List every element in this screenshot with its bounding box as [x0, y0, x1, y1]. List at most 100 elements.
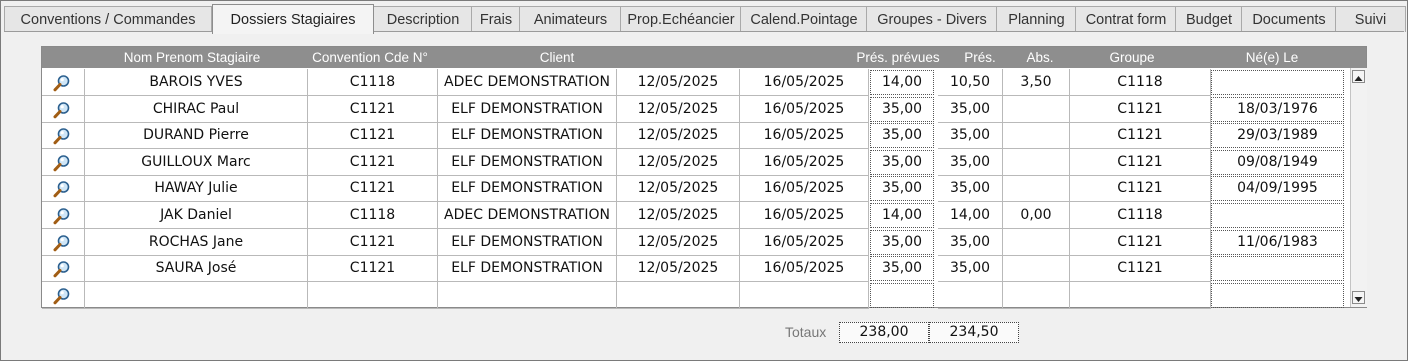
- cell-client: ADEC DEMONSTRATION: [438, 202, 617, 229]
- cell-convention: C1121: [308, 228, 438, 256]
- cell-debut: 12/05/2025: [617, 69, 740, 96]
- search-cell[interactable]: [42, 202, 85, 229]
- col-header-groupe[interactable]: Groupe: [1082, 47, 1182, 68]
- cell-ne-le[interactable]: [1211, 256, 1344, 282]
- col-header-abs[interactable]: Abs.: [1014, 47, 1066, 68]
- cell-nom: DURAND Pierre: [85, 122, 308, 150]
- magnifier-icon[interactable]: [53, 207, 71, 225]
- cell-nom: CHIRAC Paul: [85, 95, 308, 123]
- scroll-up-button[interactable]: [1352, 70, 1365, 83]
- search-cell[interactable]: [42, 148, 85, 176]
- magnifier-icon[interactable]: [53, 154, 71, 172]
- cell-convention: C1121: [308, 255, 438, 283]
- col-header-nom[interactable]: Nom Prenom Stagiaire: [112, 47, 272, 68]
- cell-pres-prevues[interactable]: 35,00: [870, 96, 934, 122]
- table-row[interactable]: BAROIS YVES C1118 ADEC DEMONSTRATION 12/05/…: [42, 69, 1349, 96]
- search-cell[interactable]: [42, 255, 85, 283]
- table-row[interactable]: ROCHAS Jane C1121 ELF DEMONSTRATION 12/05/2…: [42, 228, 1349, 256]
- table-row[interactable]: GUILLOUX Marc C1121 ELF DEMONSTRATION 12/05…: [42, 148, 1349, 176]
- search-cell[interactable]: [42, 122, 85, 150]
- search-cell[interactable]: [42, 69, 85, 96]
- table-row[interactable]: HAWAY Julie C1121 ELF DEMONSTRATION 12/05/2…: [42, 175, 1349, 203]
- magnifier-icon[interactable]: [53, 127, 71, 145]
- tab-11[interactable]: Documents: [1241, 6, 1337, 32]
- col-header-pres[interactable]: Prés.: [952, 47, 1008, 68]
- cell-ne-le[interactable]: [1211, 203, 1344, 228]
- tab-9[interactable]: Contrat form: [1075, 6, 1177, 32]
- cell-ne-le[interactable]: [1211, 70, 1344, 95]
- cell-pres-prevues[interactable]: [870, 282, 934, 308]
- cell-ne-le[interactable]: 11/06/1983: [1211, 229, 1344, 255]
- cell-nom: ROCHAS Jane: [85, 228, 308, 256]
- cell-groupe: C1121: [1070, 122, 1211, 150]
- cell-client: ELF DEMONSTRATION: [438, 148, 617, 176]
- cell-pres-prevues[interactable]: 35,00: [870, 123, 934, 149]
- cell-abs: [1003, 175, 1070, 203]
- cell-abs: [1003, 95, 1070, 123]
- magnifier-icon[interactable]: [53, 74, 71, 92]
- tab-1[interactable]: Dossiers Stagiaires: [212, 4, 374, 34]
- search-cell[interactable]: [42, 228, 85, 256]
- magnifier-icon[interactable]: [53, 287, 71, 305]
- cell-pres-prevues[interactable]: 14,00: [870, 203, 934, 228]
- tab-3[interactable]: Frais: [471, 6, 521, 32]
- cell-pres-prevues[interactable]: 35,00: [870, 176, 934, 202]
- col-header-convention[interactable]: Convention Cde N°: [305, 47, 435, 68]
- col-header-ne-le[interactable]: Né(e) Le: [1212, 47, 1332, 68]
- cell-client: ELF DEMONSTRATION: [438, 175, 617, 203]
- total-pres-prevues: 238,00: [839, 322, 929, 343]
- search-cell[interactable]: [42, 175, 85, 203]
- cell-fin: 16/05/2025: [740, 202, 869, 229]
- tab-10[interactable]: Budget: [1175, 6, 1243, 32]
- cell-nom: [85, 281, 308, 309]
- table-row[interactable]: SAURA José C1121 ELF DEMONSTRATION 12/05/20…: [42, 255, 1349, 283]
- cell-abs: [1003, 255, 1070, 283]
- magnifier-icon[interactable]: [53, 101, 71, 119]
- cell-groupe: C1121: [1070, 95, 1211, 123]
- cell-client: ELF DEMONSTRATION: [438, 122, 617, 150]
- col-header-client[interactable]: Client: [482, 47, 632, 68]
- cell-pres-prevues[interactable]: 14,00: [870, 70, 934, 95]
- scroll-down-button[interactable]: [1352, 291, 1365, 304]
- col-header-pres-prevues[interactable]: Prés. prévues: [848, 47, 948, 68]
- cell-groupe: [1070, 281, 1211, 309]
- table-row[interactable]: CHIRAC Paul C1121 ELF DEMONSTRATION 12/05/2…: [42, 95, 1349, 123]
- cell-ne-le[interactable]: 09/08/1949: [1211, 149, 1344, 175]
- tab-8[interactable]: Planning: [996, 6, 1077, 32]
- cell-pres-prevues[interactable]: 35,00: [870, 229, 934, 255]
- magnifier-icon[interactable]: [53, 234, 71, 252]
- magnifier-icon[interactable]: [53, 180, 71, 198]
- cell-pres-prevues[interactable]: 35,00: [870, 256, 934, 282]
- cell-client: ELF DEMONSTRATION: [438, 228, 617, 256]
- tab-2[interactable]: Description: [373, 6, 473, 32]
- total-pres: 234,50: [929, 322, 1019, 343]
- tab-7[interactable]: Groupes - Divers: [866, 6, 998, 32]
- cell-debut: 12/05/2025: [617, 255, 740, 283]
- table-row[interactable]: DURAND Pierre C1121 ELF DEMONSTRATION 12/05…: [42, 122, 1349, 150]
- cell-ne-le[interactable]: 29/03/1989: [1211, 123, 1344, 149]
- table-row[interactable]: [42, 281, 1349, 309]
- cell-groupe: C1121: [1070, 228, 1211, 256]
- search-cell[interactable]: [42, 95, 85, 123]
- tab-0[interactable]: Conventions / Commandes: [4, 6, 212, 32]
- cell-ne-le[interactable]: 04/09/1995: [1211, 176, 1344, 202]
- cell-ne-le[interactable]: 18/03/1976: [1211, 96, 1344, 122]
- cell-groupe: C1121: [1070, 148, 1211, 176]
- cell-abs: 3,50: [1003, 69, 1070, 96]
- cell-debut: 12/05/2025: [617, 228, 740, 256]
- vertical-scrollbar[interactable]: [1350, 68, 1367, 307]
- tab-12[interactable]: Suivi: [1335, 6, 1406, 32]
- cell-client: ELF DEMONSTRATION: [438, 95, 617, 123]
- magnifier-icon[interactable]: [53, 260, 71, 278]
- search-cell[interactable]: [42, 281, 85, 309]
- cell-fin: 16/05/2025: [740, 148, 869, 176]
- cell-ne-le[interactable]: [1211, 282, 1344, 308]
- tab-6[interactable]: Calend.Pointage: [740, 6, 868, 32]
- cell-pres: 35,00: [938, 175, 1003, 203]
- cell-client: ELF DEMONSTRATION: [438, 255, 617, 283]
- cell-nom: BAROIS YVES: [85, 69, 308, 96]
- table-row[interactable]: JAK Daniel C1118 ADEC DEMONSTRATION 12/05/2…: [42, 202, 1349, 229]
- cell-pres-prevues[interactable]: 35,00: [870, 149, 934, 175]
- tab-4[interactable]: Animateurs: [519, 6, 622, 32]
- tab-5[interactable]: Prop.Echéancier: [620, 6, 742, 32]
